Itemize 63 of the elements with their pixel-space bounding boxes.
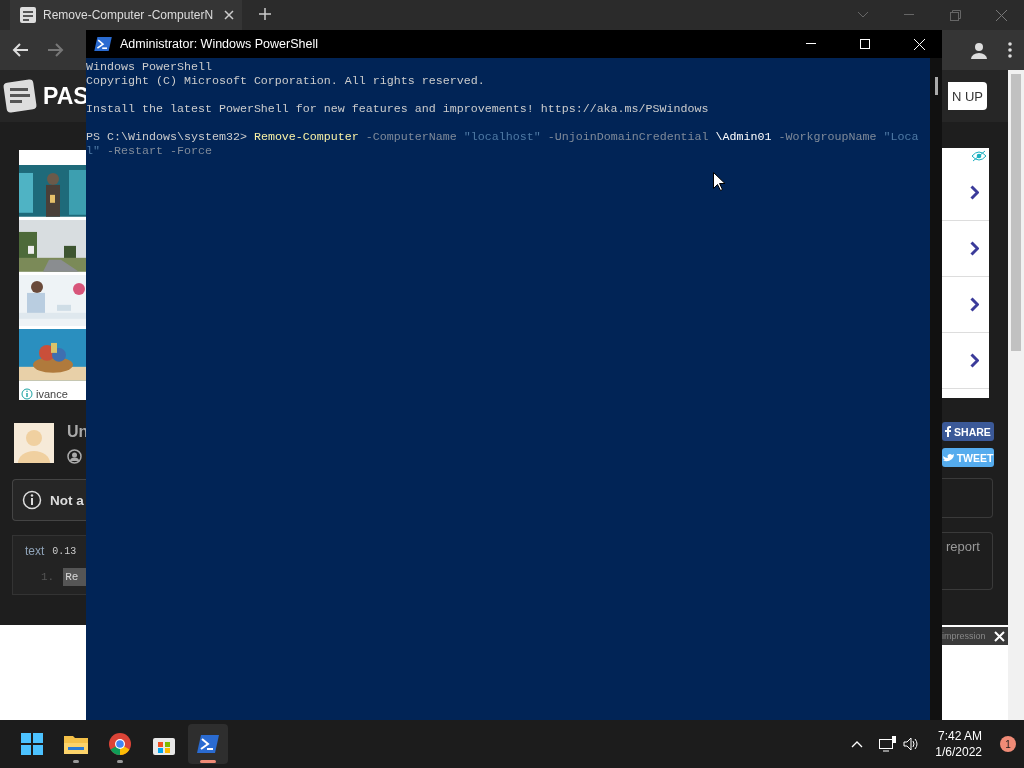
chevron-down-icon (857, 11, 869, 19)
maximize-icon (860, 39, 870, 49)
console-parameter: -Restart (107, 144, 163, 158)
console-string: l" (86, 144, 100, 158)
volume-icon[interactable] (903, 737, 920, 751)
chrome-icon (109, 733, 131, 755)
back-button[interactable] (10, 41, 30, 59)
clock-time[interactable]: 7:42 AM (937, 728, 982, 744)
powershell-icon (94, 36, 112, 52)
console-output: Windows PowerShell (86, 60, 212, 74)
chevron-right-icon[interactable] (970, 185, 979, 200)
tab-title: Remove-Computer -ComputerN (43, 8, 215, 22)
new-tab-button[interactable] (256, 5, 274, 23)
notice-text: Not a (50, 492, 84, 508)
console-parameter: -UnjoinDomainCredential (547, 130, 709, 144)
avatar (14, 423, 54, 463)
facebook-share-button[interactable]: SHARE (942, 422, 994, 441)
chevron-up-icon[interactable] (851, 740, 864, 748)
close-icon (995, 9, 1007, 21)
console-command: Remove-Computer (253, 130, 359, 144)
sign-up-button[interactable]: N UP (947, 82, 987, 110)
user-icon (67, 449, 82, 464)
forward-button[interactable] (46, 41, 66, 59)
more-menu-button[interactable] (1006, 40, 1014, 60)
info-icon (22, 490, 42, 510)
console-string: "localhost" (463, 130, 541, 144)
console-parameter: -WorkgroupName (778, 130, 877, 144)
bird-icon (942, 453, 954, 462)
console-output: Copyright (C) Microsoft Corporation. All rights reserved. (86, 74, 485, 88)
console-parameter: -ComputerName (365, 130, 457, 144)
chevron-right-icon[interactable] (970, 241, 979, 256)
window-title: Administrator: Windows PowerShell (120, 37, 319, 51)
minimize-icon (806, 43, 816, 45)
chevron-right-icon[interactable] (970, 353, 979, 368)
banner-text: impression (942, 631, 986, 641)
taskbar-app[interactable] (188, 724, 228, 764)
report-link[interactable]: report (946, 539, 980, 554)
clock-date[interactable]: 1/6/2022 (935, 744, 982, 760)
windows-start-icon (21, 733, 43, 755)
restore-icon (949, 9, 961, 21)
close-button[interactable] (994, 630, 1005, 642)
notification-badge[interactable]: 1 (1000, 736, 1016, 752)
chevron-right-icon[interactable] (970, 297, 979, 312)
console-string: "Loca (883, 130, 919, 144)
console-value: \Admin01 (715, 130, 772, 144)
scrollbar[interactable] (930, 58, 942, 720)
folder-icon (64, 734, 88, 754)
minimize-icon (904, 14, 914, 16)
eye-icon[interactable] (971, 150, 987, 162)
console-parameter: -Force (169, 144, 212, 158)
ad-attribution[interactable]: ivance (36, 388, 68, 400)
close-tab-icon[interactable] (224, 10, 234, 20)
scrollbar[interactable] (1008, 70, 1024, 720)
facebook-f-icon (945, 426, 952, 437)
powershell-icon (197, 735, 219, 753)
code-size: 0.13 (52, 545, 77, 557)
console-text: PS C:\Windows\system32> (86, 130, 247, 144)
console-output: Install the latest PowerShell for new features and improvements! https://aka.ms/PSWindows (86, 102, 709, 116)
network-icon[interactable] (879, 736, 898, 752)
close-icon (913, 38, 925, 50)
browser-tab[interactable]: Remove-Computer -ComputerN (10, 0, 242, 30)
mouse-cursor-icon (713, 172, 725, 191)
code-language: text (25, 544, 45, 558)
